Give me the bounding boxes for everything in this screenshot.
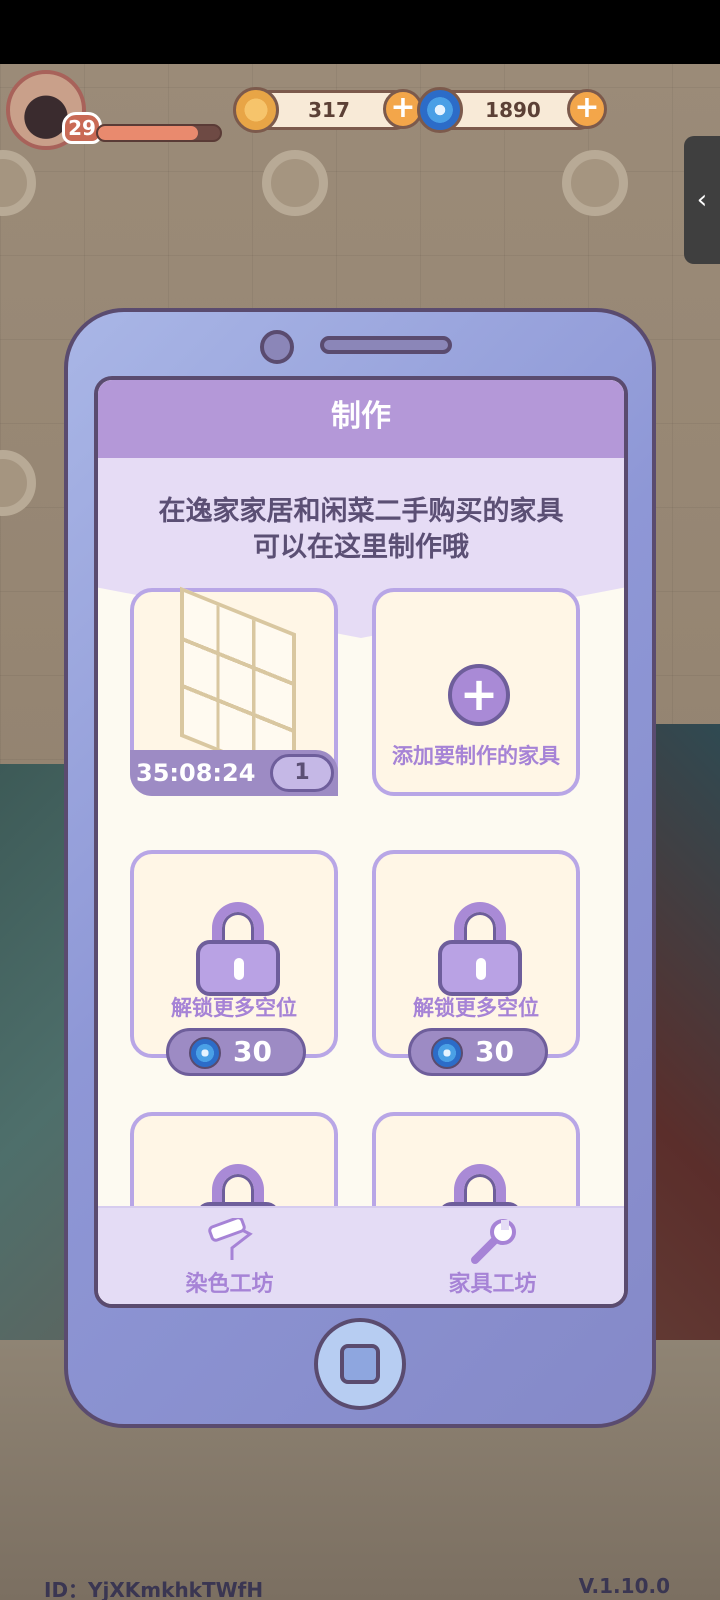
unlock-cost-button[interactable]: 30 [408, 1028, 548, 1076]
side-panel-toggle[interactable]: ‹ [684, 136, 720, 264]
status-bar [0, 0, 720, 64]
wrench-icon [470, 1219, 516, 1264]
app-version: V.1.10.0 [578, 1574, 670, 1598]
add-slot-label: 添加要制作的家具 [392, 744, 560, 768]
locked-slot-label: 解锁更多空位 [171, 996, 297, 1020]
wall-decoration [0, 150, 36, 216]
home-square-icon [340, 1344, 380, 1384]
chevron-left-icon: ‹ [696, 185, 708, 215]
tab-dye-workshop-label: 染色工坊 [185, 1272, 274, 1297]
lock-icon [196, 902, 280, 996]
gem-icon [189, 1037, 221, 1069]
xp-bar [96, 124, 222, 142]
phone-speaker [320, 336, 452, 354]
craft-screen: 制作 在逸家家居和闲菜二手购买的家具 可以在这里制作哦 35:08:24 1 +… [94, 376, 628, 1308]
craft-count: 1 [270, 754, 334, 792]
coin-amount: 317 [308, 98, 350, 122]
gem-icon [431, 1037, 463, 1069]
craft-title: 制作 [98, 380, 624, 458]
gem-amount: 1890 [485, 98, 541, 122]
unlock-cost: 30 [233, 1035, 272, 1068]
craft-timer-bar: 35:08:24 1 [130, 750, 338, 796]
plus-icon: + [448, 664, 510, 726]
phone-home-button[interactable] [314, 1318, 406, 1410]
phone-camera [260, 330, 294, 364]
locked-slot[interactable]: 解锁更多空位 30 [130, 850, 338, 1076]
wall-decoration [562, 150, 628, 216]
player-id: ID：YjXKmkhkTWfH [44, 1578, 264, 1600]
lock-icon [438, 902, 522, 996]
workshop-tabs: 染色工坊 家具工坊 [98, 1206, 624, 1304]
coin-counter: 317 + [233, 87, 423, 133]
crafting-slot-active[interactable]: 35:08:24 1 [130, 586, 338, 796]
paint-roller-icon [207, 1218, 253, 1260]
intro-line-1: 在逸家家居和闲菜二手购买的家具 [158, 496, 564, 527]
tab-dye-workshop[interactable]: 染色工坊 [98, 1208, 361, 1304]
intro-line-2: 可以在这里制作哦 [253, 532, 469, 563]
unlock-cost-button[interactable]: 30 [166, 1028, 306, 1076]
tab-furniture-workshop[interactable]: 家具工坊 [361, 1208, 624, 1304]
phone-frame: 制作 在逸家家居和闲菜二手购买的家具 可以在这里制作哦 35:08:24 1 +… [64, 308, 656, 1428]
wall-decoration [262, 150, 328, 216]
locked-slot-label: 解锁更多空位 [413, 996, 539, 1020]
gem-counter: 1890 + [417, 87, 607, 133]
craft-timer: 35:08:24 [136, 759, 256, 787]
intro-text: 在逸家家居和闲菜二手购买的家具 可以在这里制作哦 [98, 494, 624, 566]
tab-furniture-workshop-label: 家具工坊 [448, 1272, 537, 1297]
add-furniture-slot[interactable]: + 添加要制作的家具 [372, 588, 580, 796]
coin-icon [233, 87, 279, 133]
locked-slot[interactable]: 解锁更多空位 30 [372, 850, 580, 1076]
wall-decoration [0, 450, 36, 516]
gem-icon [417, 87, 463, 133]
unlock-cost: 30 [475, 1035, 514, 1068]
add-gems-button[interactable]: + [567, 89, 607, 129]
xp-bar-fill [98, 126, 199, 140]
